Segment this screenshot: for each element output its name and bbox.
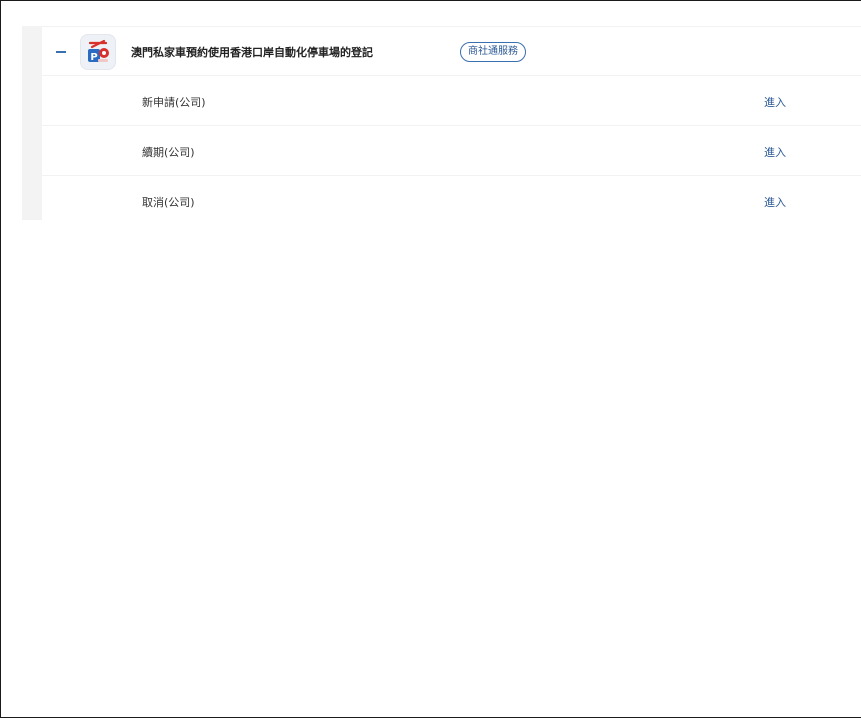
service-badge: 商社通服務	[460, 42, 526, 62]
sub-item-label: 續期(公司)	[142, 146, 195, 159]
minus-icon[interactable]	[54, 44, 68, 58]
sub-item-row: 取消(公司) 進入	[42, 176, 861, 226]
service-panel: P 澳門私家車預約使用香港口岸自動化停車場的登記 商社通服務 新申請(公司) 進…	[42, 26, 861, 226]
sub-item-row: 新申請(公司) 進入	[42, 76, 861, 126]
svg-text:P: P	[90, 52, 97, 63]
enter-link[interactable]: 進入	[764, 194, 786, 210]
enter-link[interactable]: 進入	[764, 144, 786, 160]
sub-item-row: 續期(公司) 進入	[42, 126, 861, 176]
service-header-row: P 澳門私家車預約使用香港口岸自動化停車場的登記 商社通服務	[42, 26, 861, 76]
enter-link[interactable]: 進入	[764, 94, 786, 110]
left-gutter	[22, 26, 42, 220]
service-title: 澳門私家車預約使用香港口岸自動化停車場的登記	[131, 46, 373, 59]
sub-item-label: 取消(公司)	[142, 196, 195, 209]
sub-item-label: 新申請(公司)	[142, 96, 206, 109]
parking-car-icon: P	[80, 34, 116, 70]
